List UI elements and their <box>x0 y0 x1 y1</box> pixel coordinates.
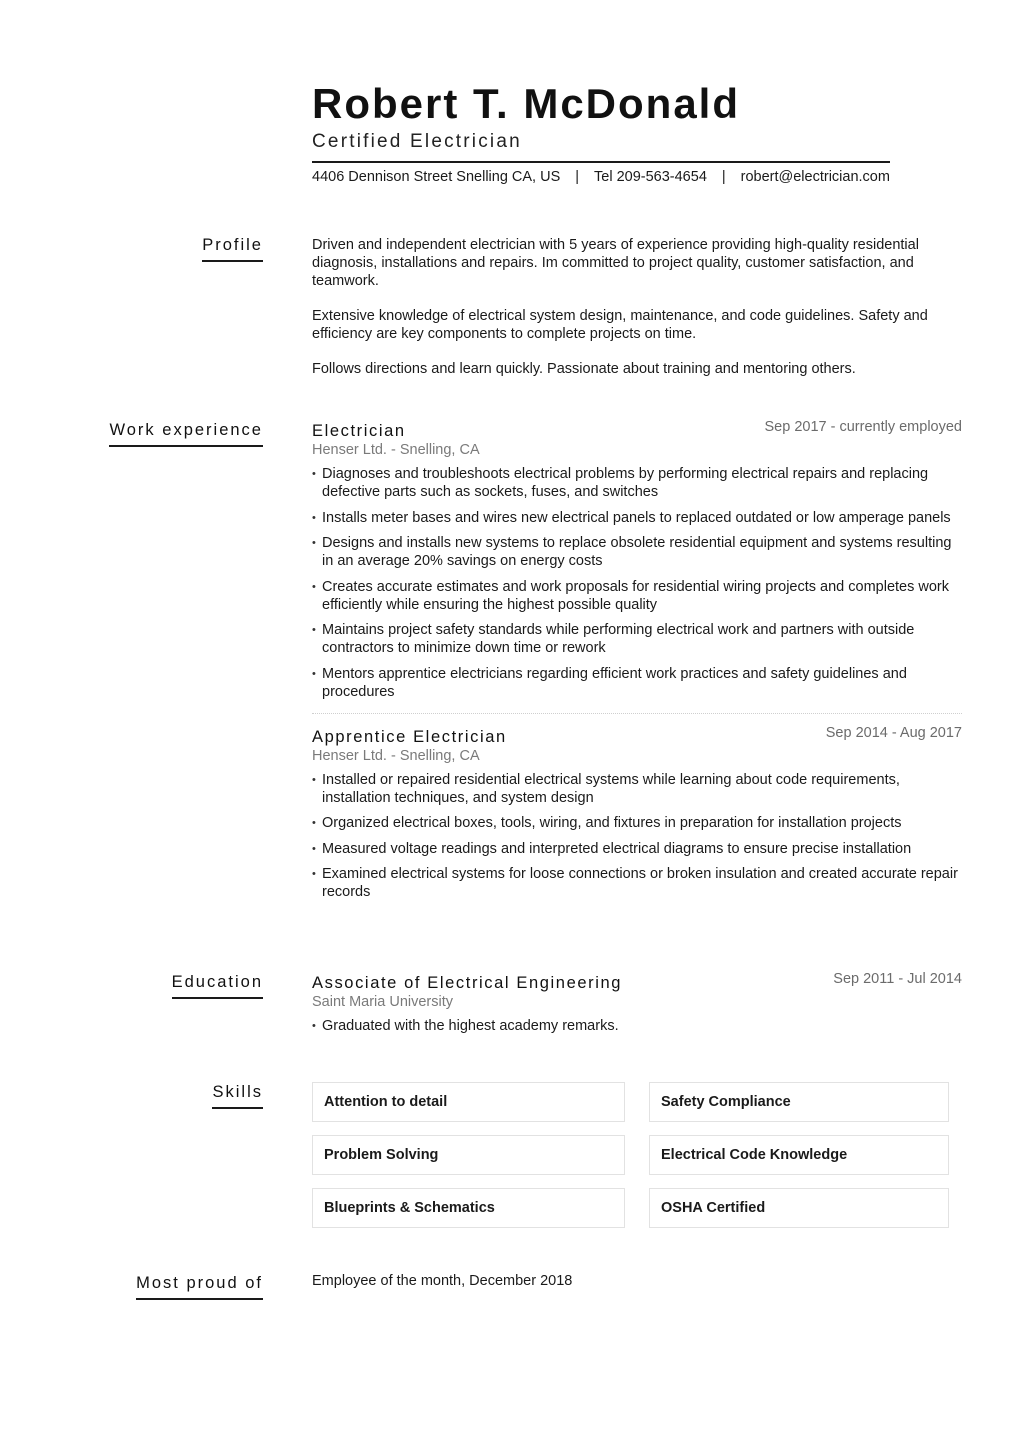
job-bullets: Diagnoses and troubleshoots electrical p… <box>312 465 962 701</box>
job-entry: Electrician Sep 2017 - currently employe… <box>312 419 962 701</box>
resume-header: Robert T. McDonald Certified Electrician… <box>312 78 890 185</box>
skill-item: Safety Compliance <box>649 1082 949 1122</box>
bullet-item: Mentors apprentice electricians regardin… <box>312 665 962 701</box>
candidate-name: Robert T. McDonald <box>312 80 741 127</box>
profile-paragraph: Driven and independent electrician with … <box>312 237 919 289</box>
header-divider <box>312 161 890 163</box>
job-divider <box>312 712 962 714</box>
skill-item: Problem Solving <box>312 1135 625 1175</box>
profile-paragraph: Follows directions and learn quickly. Pa… <box>312 361 856 377</box>
job-dates: Sep 2017 - currently employed <box>764 419 962 435</box>
bullet-item: Maintains project safety standards while… <box>312 621 962 657</box>
job-entry: Apprentice Electrician Sep 2014 - Aug 20… <box>312 724 962 902</box>
bullet-item: Examined electrical systems for loose co… <box>312 865 962 901</box>
profile-paragraph: Extensive knowledge of electrical system… <box>312 308 928 342</box>
education-heading: Education <box>171 973 263 999</box>
contact-separator: | <box>575 169 580 185</box>
job-dates: Sep 2014 - Aug 2017 <box>825 724 962 741</box>
skill-item: Blueprints & Schematics <box>312 1188 625 1228</box>
contact-separator: | <box>721 169 726 185</box>
skills-heading: Skills <box>212 1083 263 1109</box>
contact-address: 4406 Dennison Street Snelling CA, US <box>312 169 561 185</box>
bullet-item: Measured voltage readings and interprete… <box>312 840 962 858</box>
education-entry: Associate of Electrical Engineering Sep … <box>312 971 962 1035</box>
bullet-item: Designs and installs new systems to repl… <box>312 534 962 570</box>
bullet-item: Diagnoses and troubleshoots electrical p… <box>312 465 962 501</box>
skill-item: Attention to detail <box>312 1082 625 1122</box>
bullet-item: Creates accurate estimates and work prop… <box>312 578 962 614</box>
contact-line: 4406 Dennison Street Snelling CA, US | T… <box>312 169 890 185</box>
profile-heading: Profile <box>202 236 263 262</box>
education-dates: Sep 2011 - Jul 2014 <box>833 971 962 987</box>
job-bullets: Installed or repaired residential electr… <box>312 771 962 902</box>
bullet-item: Installed or repaired residential electr… <box>312 771 962 807</box>
education-bullets: Graduated with the highest academy remar… <box>312 1017 962 1035</box>
candidate-title: Certified Electrician <box>312 131 522 152</box>
job-organization: Henser Ltd. - Snelling, CA <box>312 442 480 458</box>
bullet-item: Installs meter bases and wires new elect… <box>312 509 962 527</box>
bullet-item: Organized electrical boxes, tools, wirin… <box>312 814 962 832</box>
school-name: Saint Maria University <box>312 994 454 1010</box>
achievement-text: Employee of the month, December 2018 <box>312 1273 573 1289</box>
skills-grid: Attention to detail Safety Compliance Pr… <box>312 1082 962 1228</box>
bullet-item: Graduated with the highest academy remar… <box>312 1017 962 1035</box>
work-experience-heading: Work experience <box>109 421 263 447</box>
skill-item: OSHA Certified <box>649 1188 949 1228</box>
contact-phone: Tel 209-563-4654 <box>594 169 707 185</box>
contact-email[interactable]: robert@electrician.com <box>741 169 890 185</box>
most-proud-of-heading: Most proud of <box>136 1274 263 1300</box>
skill-item: Electrical Code Knowledge <box>649 1135 949 1175</box>
job-organization: Henser Ltd. - Snelling, CA <box>312 747 480 764</box>
